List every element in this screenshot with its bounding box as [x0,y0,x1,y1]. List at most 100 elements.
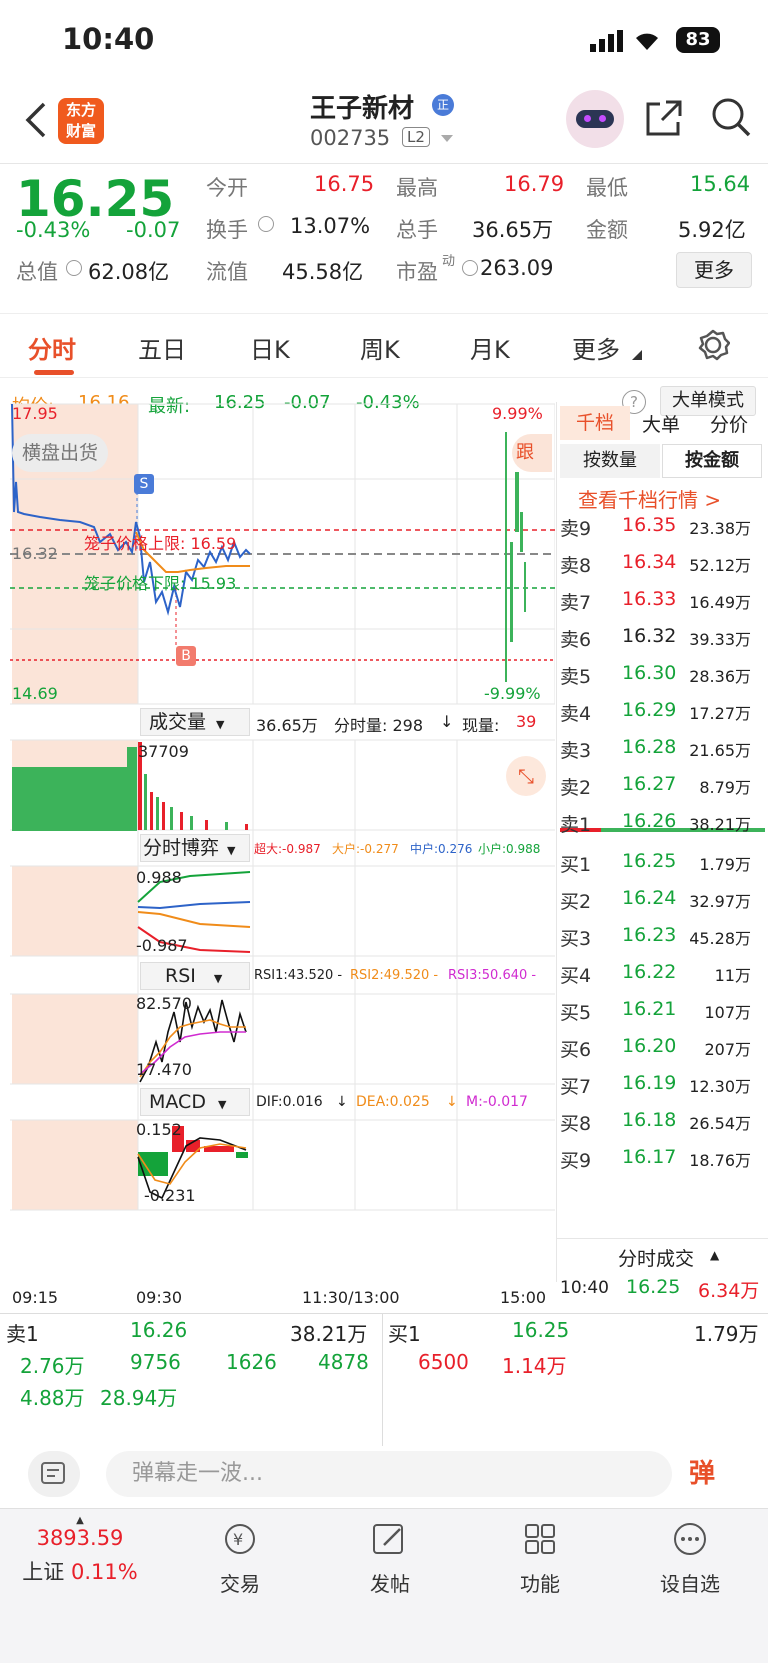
volume-value: 36.65万 [472,218,554,242]
tab-big-order[interactable]: 大单 [642,410,680,437]
buy-queue-1: 6500 [418,1350,469,1374]
active-tab-indicator [34,370,74,375]
bid-price: 16.25 [622,850,677,872]
macd-bottom: -0.231 [144,1186,196,1205]
tab-more[interactable]: 更多 [572,330,620,365]
ask-volume: 28.36万 [689,667,751,686]
bid-price: 16.23 [622,924,677,946]
tab-index[interactable]: ▲ 3893.59 上证 0.11% [20,1509,140,1586]
bid-row[interactable]: 买5 16.21 107万 [560,998,765,1035]
rsi-selector[interactable]: RSI ▼ [140,962,250,990]
bid-row[interactable]: 买2 16.24 32.97万 [560,887,765,924]
danmu-send-button[interactable]: 弹 [672,1451,732,1497]
ask-row[interactable]: 卖9 16.35 23.38万 [560,514,765,551]
tab-intraday[interactable]: 分时 [28,330,76,365]
search-icon[interactable] [710,96,752,138]
info-icon[interactable] [66,260,82,276]
pct-axis-min: -9.99% [484,684,541,703]
more-button[interactable]: 更多 [676,252,752,288]
ask-volume: 21.65万 [689,741,751,760]
settings-gear-icon[interactable] [696,328,730,362]
robot-avatar-icon[interactable] [566,90,624,148]
tab-price-dist[interactable]: 分价 [710,410,748,437]
bid-row[interactable]: 买8 16.18 26.54万 [560,1109,765,1146]
chevron-down-icon[interactable] [440,134,454,144]
tab-add-watchlist[interactable]: 设自选 [630,1509,750,1597]
sell-queue-6: 28.94万 [100,1386,178,1410]
market-cap: 62.08亿 [88,260,170,284]
bid-row[interactable]: 买3 16.23 45.28万 [560,924,765,961]
trade-volume: 6.34万 [698,1280,760,1302]
brand-logo[interactable]: 东方 财富 [58,98,104,144]
follow-button[interactable]: 跟 [512,434,552,472]
tab-thousand-level[interactable]: 千档 [560,406,630,440]
share-icon[interactable] [644,98,684,138]
ask-row[interactable]: 卖6 16.32 39.33万 [560,625,765,662]
tab-weekly-k[interactable]: 周K [360,330,400,365]
caret-up-icon[interactable]: ▲ [710,1248,719,1262]
tab-functions[interactable]: 功能 [480,1509,600,1597]
level-badge[interactable]: L2 [402,127,430,147]
by-quantity-button[interactable]: 按数量 [560,444,660,478]
bid-row[interactable]: 买1 16.25 1.79万 [560,850,765,887]
verified-badge: 正 [432,94,454,116]
pattern-tag[interactable]: 横盘出货 [12,434,109,472]
bid-row[interactable]: 买9 16.17 18.76万 [560,1146,765,1183]
volume-peak: 37709 [138,742,189,761]
ask-row[interactable]: 卖3 16.28 21.65万 [560,736,765,773]
game-big: 超大:-0.987 [254,842,321,856]
bid-row[interactable]: 买7 16.19 12.30万 [560,1072,765,1109]
quote-panel: 16.25 -0.43% -0.07 总值 62.08亿 今开 16.75 最高… [0,164,768,314]
tab-daily-k[interactable]: 日K [250,330,290,365]
buy-marker[interactable]: B [176,646,196,666]
bid-row[interactable]: 买4 16.22 11万 [560,961,765,998]
tab-five-day[interactable]: 五日 [138,330,186,365]
trades-title[interactable]: 分时成交 [618,1244,694,1271]
ask-row[interactable]: 卖7 16.33 16.49万 [560,588,765,625]
battery-icon: 83 [676,27,720,53]
ask-row[interactable]: 卖5 16.30 28.36万 [560,662,765,699]
bid-row[interactable]: 买6 16.20 207万 [560,1035,765,1072]
ask-row[interactable]: 卖2 16.27 8.79万 [560,773,765,810]
sell-marker[interactable]: S [134,474,154,494]
ask-level-label: 卖7 [560,592,592,614]
ask-row[interactable]: 卖4 16.29 17.27万 [560,699,765,736]
buy1-label: 买1 [388,1322,421,1346]
volume-selector[interactable]: 成交量 ▼ [140,708,250,736]
back-icon[interactable] [24,100,48,140]
info-icon[interactable] [462,260,478,276]
info-icon[interactable] [258,216,274,232]
danmu-list-icon[interactable] [28,1451,80,1497]
ask-volume: 16.49万 [689,593,751,612]
view-depth-link[interactable]: 查看千档行情 > [578,484,721,513]
svg-text:¥: ¥ [233,1530,243,1549]
ask-price: 16.35 [622,514,677,536]
ask-row[interactable]: 卖8 16.34 52.12万 [560,551,765,588]
bid-price: 16.17 [622,1146,677,1168]
high-value: 16.79 [504,172,565,196]
status-bar: 10:40 83 [0,0,768,82]
danmu-bar: 弹幕走一波... 弹 [0,1445,768,1505]
rsi3: RSI3:50.640 - [448,968,537,983]
expand-icon[interactable]: ⤡ [506,756,546,796]
dropdown-icon: ▼ [227,844,236,857]
bid-price: 16.19 [622,1072,677,1094]
tab-post[interactable]: 发帖 [330,1509,450,1597]
open-label: 今开 [206,176,248,200]
macd-selector[interactable]: MACD ▼ [140,1088,250,1116]
macd-top: 0.152 [136,1120,182,1139]
ask-row[interactable]: 卖1 16.26 38.21万 [560,810,765,847]
time-label-close: 15:00 [500,1288,547,1307]
game-selector[interactable]: 分时博弈 ▼ [140,834,250,862]
tab-trade[interactable]: ¥ 交易 [180,1509,300,1597]
by-amount-button[interactable]: 按金额 [662,444,762,478]
sell-queue-5: 4.88万 [20,1386,85,1410]
danmu-input[interactable]: 弹幕走一波... [106,1451,672,1497]
ask-volume: 23.38万 [689,519,751,538]
tab-monthly-k[interactable]: 月K [470,330,510,365]
bid-volume: 11万 [714,966,751,985]
turnover-value: 13.07% [290,214,371,238]
ask-level-label: 卖2 [560,777,592,799]
change-amount: -0.07 [126,218,181,242]
sell1-price: 16.26 [130,1318,188,1342]
